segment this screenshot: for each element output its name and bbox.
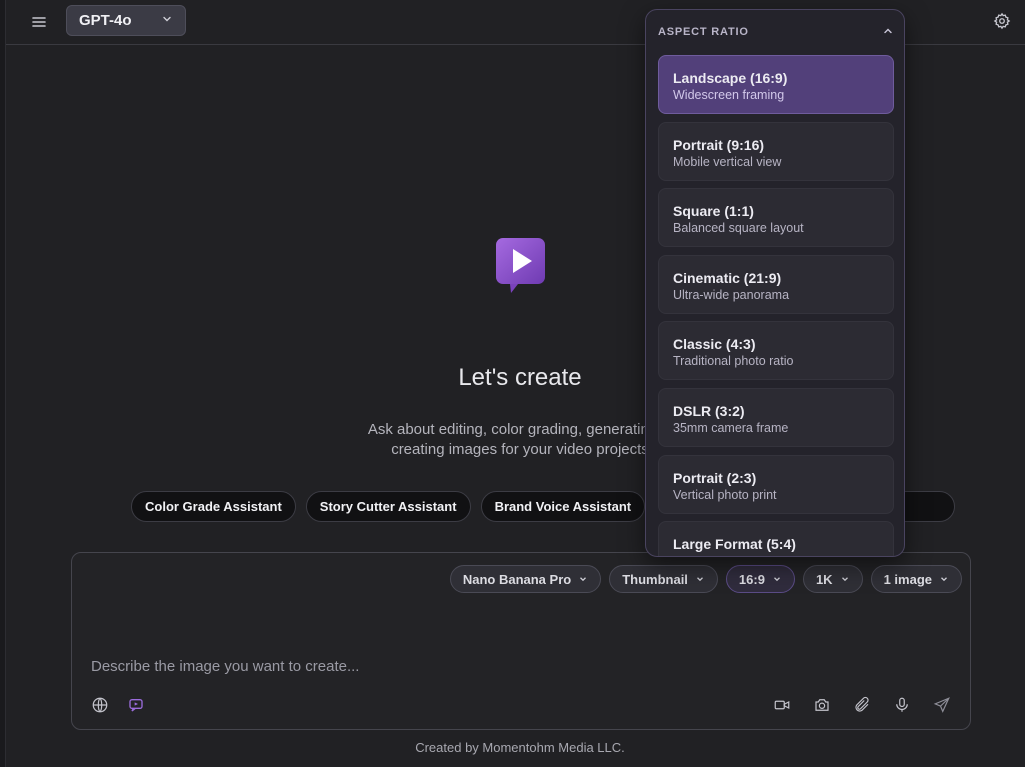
resolution-label: 1K xyxy=(815,571,833,587)
chevron-down-icon xyxy=(578,572,588,587)
option-title: Portrait (2:3) xyxy=(673,469,757,486)
chevron-down-icon xyxy=(161,12,173,29)
microphone-icon[interactable] xyxy=(892,695,912,715)
option-description: Vertical photo print xyxy=(673,487,777,502)
option-title: Classic (4:3) xyxy=(673,336,756,353)
generation-options: Nano Banana Pro Thumbnail 16:9 1K 1 imag… xyxy=(449,565,962,593)
chevron-up-icon[interactable] xyxy=(882,25,894,40)
option-title: Landscape (16:9) xyxy=(673,70,788,86)
globe-icon[interactable] xyxy=(90,695,110,715)
prompt-input[interactable] xyxy=(91,655,731,677)
option-description: Mobile vertical view xyxy=(673,154,782,169)
option-title: Portrait (9:16) xyxy=(673,136,765,153)
option-title: Cinematic (21:9) xyxy=(673,269,782,286)
aspect-option-classic-4-3[interactable]: Classic (4:3) Traditional photo ratio xyxy=(658,321,894,381)
chip-color-grade-assistant[interactable]: Color Grade Assistant xyxy=(131,491,296,522)
app-window: GPT-4o Let's create Ask about editing, c… xyxy=(0,0,1025,767)
aspect-option-dslr-3-2[interactable]: DSLR (3:2) 35mm camera frame xyxy=(658,387,894,447)
chevron-down-icon xyxy=(840,572,850,587)
option-title: DSLR (3:2) xyxy=(673,402,745,419)
app-logo-icon xyxy=(494,236,548,294)
option-description: Traditional photo ratio xyxy=(673,354,794,369)
chevron-down-icon xyxy=(695,572,705,587)
aspect-option-landscape-16-9[interactable]: Landscape (16:9) Widescreen framing xyxy=(658,55,894,114)
video-chat-icon[interactable] xyxy=(126,695,146,715)
aspect-option-large-format-5-4[interactable]: Large Format (5:4) xyxy=(658,521,894,556)
aspect-ratio-dropdown[interactable]: 16:9 xyxy=(725,565,795,593)
model-option-label: Nano Banana Pro xyxy=(462,571,572,587)
aspect-ratio-menu-header[interactable]: ASPECT RATIO xyxy=(658,24,894,40)
aspect-ratio-options: Landscape (16:9) Widescreen framing Port… xyxy=(658,55,894,556)
paperclip-icon[interactable] xyxy=(852,695,872,715)
aspect-option-cinematic-21-9[interactable]: Cinematic (21:9) Ultra-wide panorama xyxy=(658,254,894,314)
model-selector-label: GPT-4o xyxy=(79,12,132,29)
option-description: Ultra-wide panorama xyxy=(673,287,790,302)
aspect-ratio-menu: ASPECT RATIO Landscape (16:9) Widescreen… xyxy=(645,9,905,557)
option-description: Balanced square layout xyxy=(673,221,804,236)
chip-story-cutter-assistant[interactable]: Story Cutter Assistant xyxy=(305,491,471,522)
image-count-dropdown[interactable]: 1 image xyxy=(870,565,962,593)
footer-credit: Created by Momentohm Media LLC. xyxy=(415,740,625,755)
camera-icon[interactable] xyxy=(812,695,832,715)
menu-icon[interactable] xyxy=(30,13,48,31)
aspect-ratio-label: 16:9 xyxy=(738,571,765,587)
option-description: Widescreen framing xyxy=(673,88,785,102)
style-option-label: Thumbnail xyxy=(622,571,688,587)
model-selector-button[interactable]: GPT-4o xyxy=(66,5,186,36)
aspect-option-square-1-1[interactable]: Square (1:1) Balanced square layout xyxy=(658,188,894,248)
chevron-down-icon xyxy=(772,572,782,587)
option-description: 35mm camera frame xyxy=(673,420,789,435)
aspect-option-portrait-2-3[interactable]: Portrait (2:3) Vertical photo print xyxy=(658,454,894,514)
aspect-ratio-menu-heading: ASPECT RATIO xyxy=(658,26,749,38)
chip-brand-voice-assistant[interactable]: Brand Voice Assistant xyxy=(480,491,646,522)
option-title: Large Format (5:4) xyxy=(673,536,796,553)
model-option-dropdown[interactable]: Nano Banana Pro xyxy=(449,565,602,593)
resolution-dropdown[interactable]: 1K xyxy=(802,565,863,593)
option-title: Square (1:1) xyxy=(673,203,754,220)
style-option-dropdown[interactable]: Thumbnail xyxy=(609,565,718,593)
aspect-option-portrait-9-16[interactable]: Portrait (9:16) Mobile vertical view xyxy=(658,121,894,181)
settings-gear-icon[interactable] xyxy=(993,12,1011,30)
chevron-down-icon xyxy=(939,572,949,587)
prompt-composer: Nano Banana Pro Thumbnail 16:9 1K 1 imag… xyxy=(71,552,971,730)
send-icon[interactable] xyxy=(932,695,952,715)
image-count-label: 1 image xyxy=(883,571,932,587)
video-camera-icon[interactable] xyxy=(772,695,792,715)
